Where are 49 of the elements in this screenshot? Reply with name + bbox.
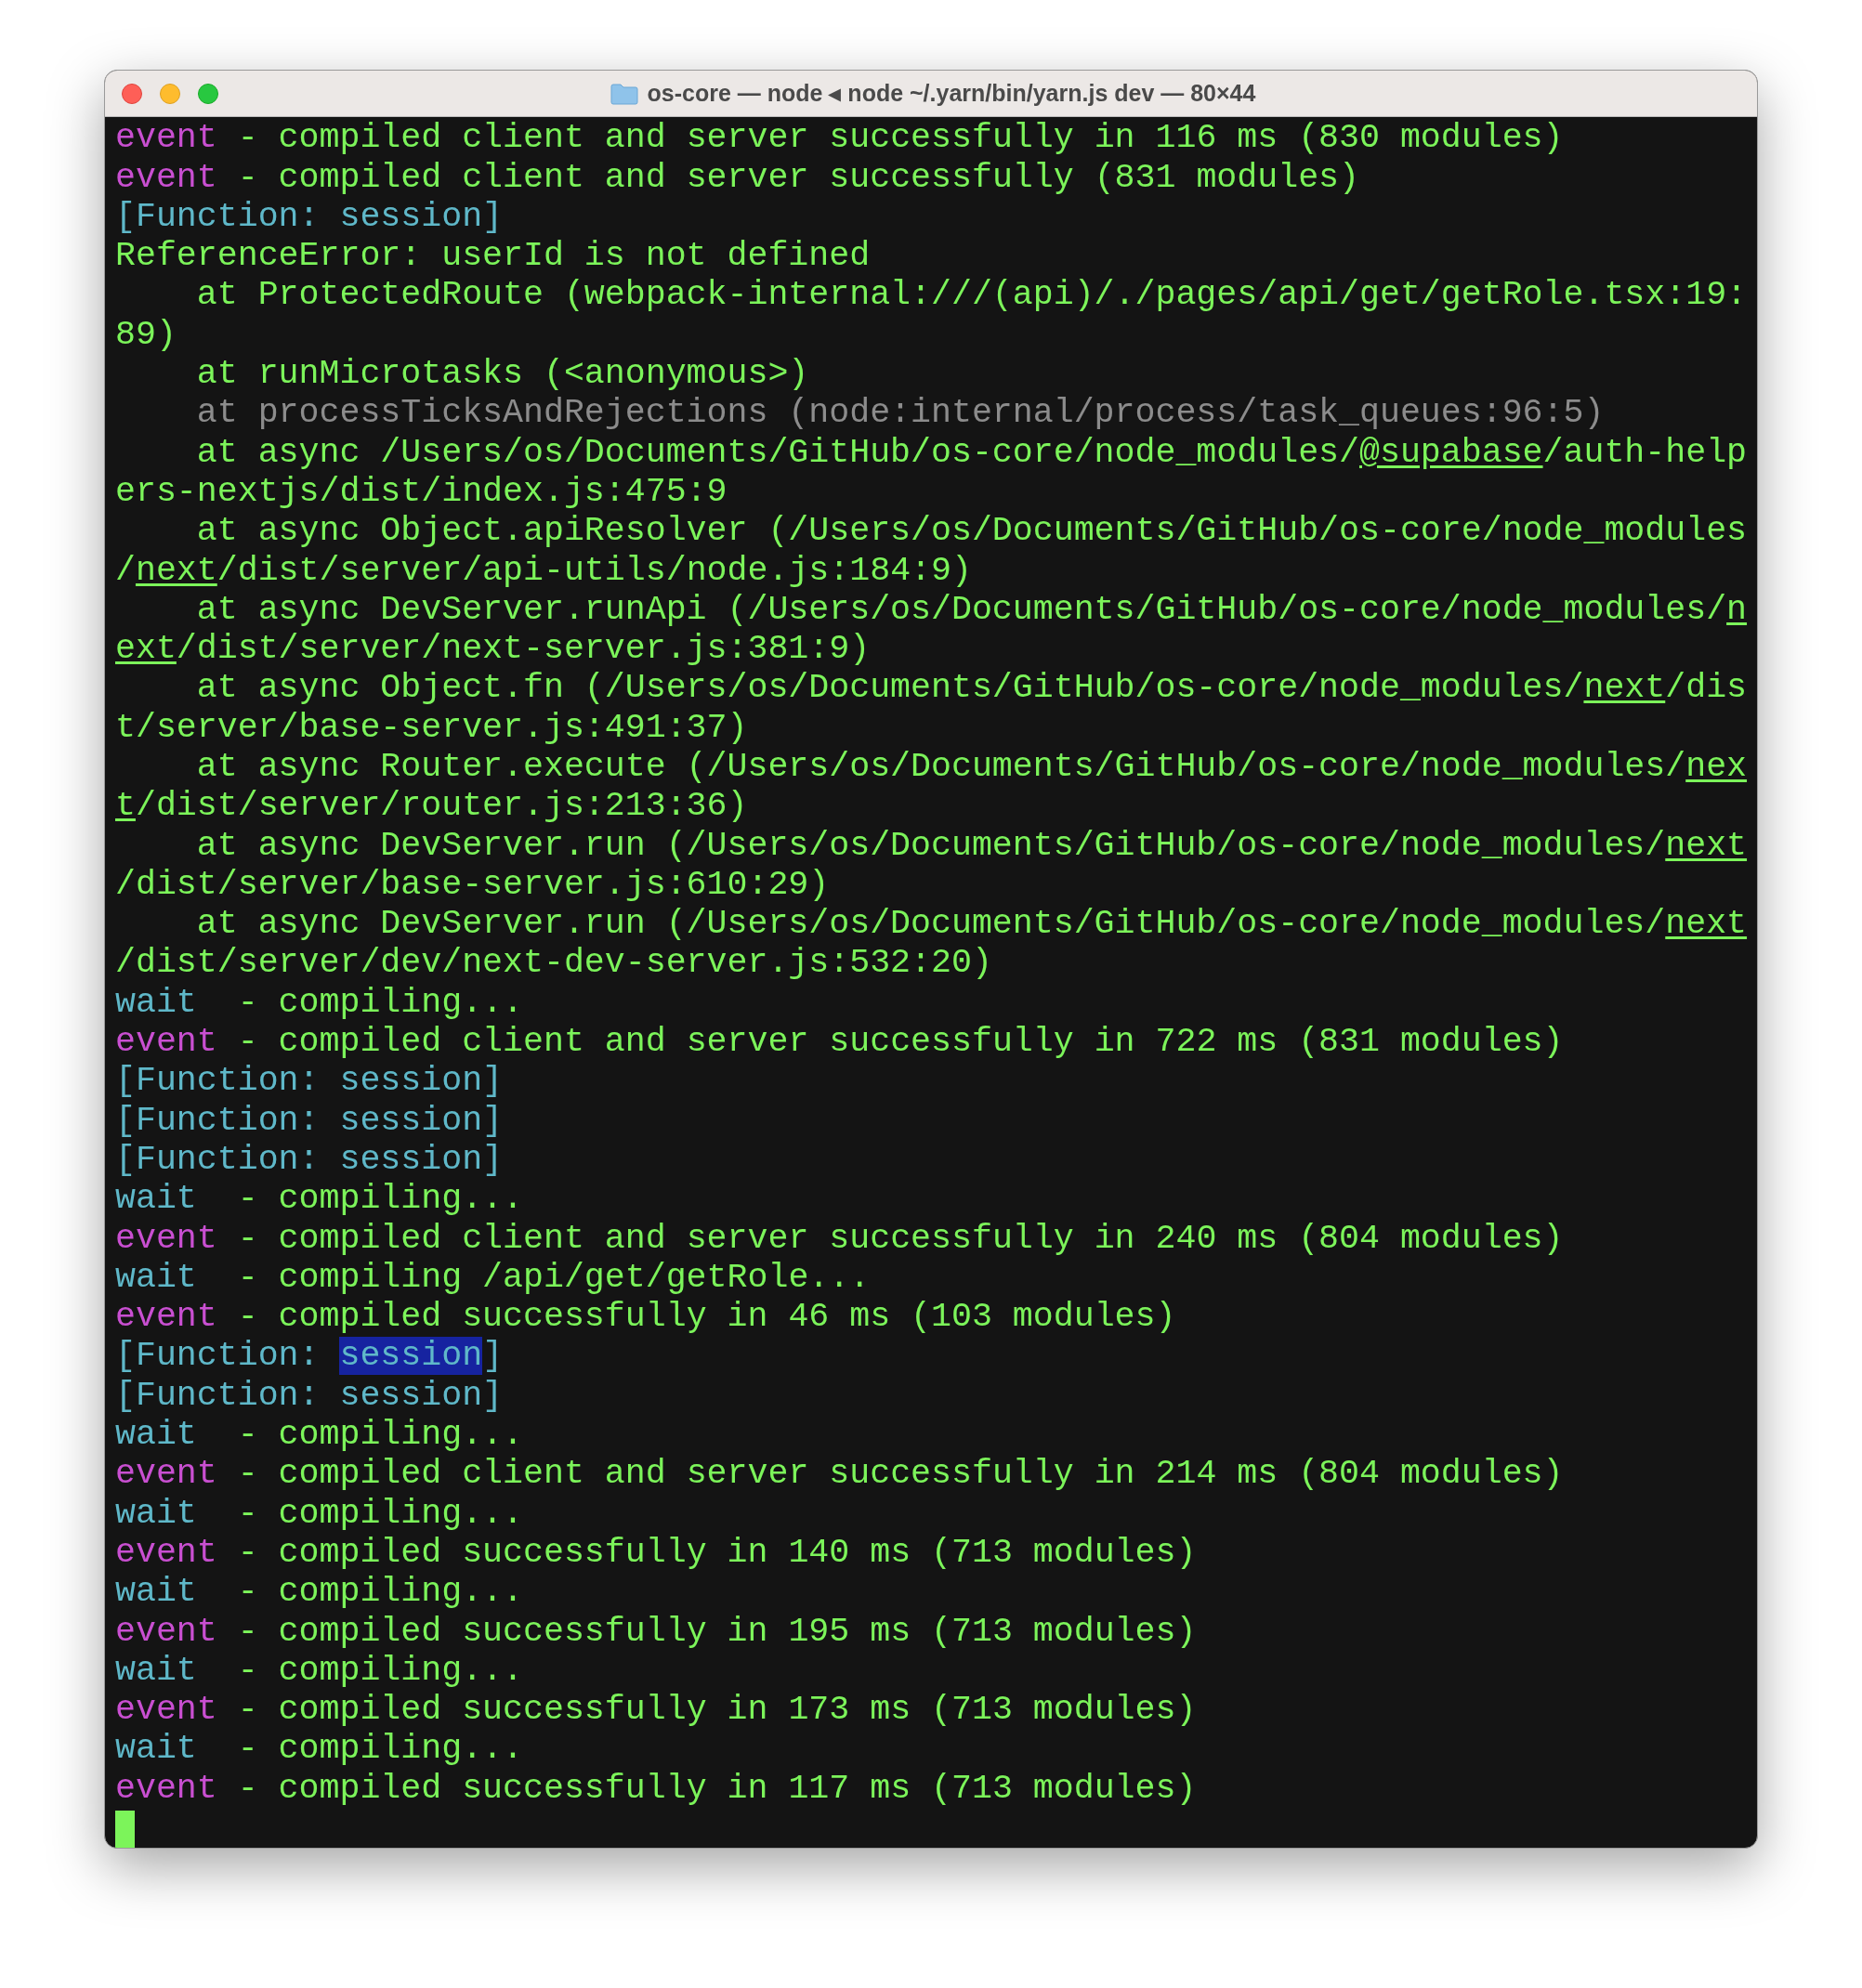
terminal-line: at async Object.apiResolver (/Users/os/Documents/GitHub/os-core/node_modules <box>195 512 1748 552</box>
terminal-line: event - compiled client and server successfully in 116 ms (830 modules) <box>115 119 1564 159</box>
terminal-line: 89) <box>115 315 177 355</box>
terminal-line: wait - compiling... <box>115 1416 524 1456</box>
terminal-line: wait - compiling... <box>115 983 524 1024</box>
terminal-line: at async DevServer.run (/Users/os/Documents/GitHub/os-core/node_modules/next <box>195 826 1748 866</box>
terminal-line: ext/dist/server/next-server.js:381:9) <box>115 630 871 670</box>
terminal-line: [Function: session] <box>115 1062 504 1102</box>
terminal-line: ReferenceError: userId is not defined <box>115 237 871 277</box>
terminal-line: [Function: session] <box>115 1140 504 1181</box>
folder-icon <box>610 82 638 105</box>
terminal-line: at async Router.execute (/Users/os/Documents/GitHub/os-core/node_modules/nex <box>195 748 1748 788</box>
terminal-line: wait - compiling... <box>115 1730 524 1770</box>
terminal-line: event - compiled client and server successfully in 240 ms (804 modules) <box>115 1219 1564 1259</box>
terminal-line: at runMicrotasks (<anonymous>) <box>195 355 809 395</box>
terminal-line: event - compiled successfully in 140 ms (713 modules) <box>115 1533 1197 1574</box>
terminal-line: wait - compiling... <box>115 1651 524 1692</box>
terminal-line: at processTicksAndRejections (node:internal/process/task_queues:96:5) <box>195 394 1605 434</box>
terminal-line: event - compiled client and server successfully in 722 ms (831 modules) <box>115 1023 1564 1063</box>
terminal-line: /next/dist/server/api-utils/node.js:184:9) <box>115 551 972 591</box>
terminal-line: event - compiled successfully in 195 ms (713 modules) <box>115 1612 1197 1652</box>
terminal-line: event - compiled successfully in 117 ms (713 modules) <box>115 1769 1197 1809</box>
terminal-line: at async /Users/os/Documents/GitHub/os-core/node_modules/@supabase/auth-help <box>195 433 1748 473</box>
terminal-line: wait - compiling... <box>115 1180 524 1220</box>
terminal-line: at async Object.fn (/Users/os/Documents/GitHub/os-core/node_modules/next/dis <box>195 669 1748 709</box>
terminal-line: [Function: session] <box>115 1101 504 1141</box>
terminal-line: at async DevServer.runApi (/Users/os/Documents/GitHub/os-core/node_modules/n <box>195 590 1748 631</box>
close-button[interactable] <box>122 83 142 104</box>
terminal-line: event - compiled client and server successfully in 214 ms (804 modules) <box>115 1455 1564 1495</box>
terminal-line: /dist/server/base-server.js:610:29) <box>115 865 830 906</box>
terminal-line: t/server/base-server.js:491:37) <box>115 708 748 748</box>
terminal-line: wait - compiling /api/get/getRole... <box>115 1258 871 1299</box>
terminal-line: t/dist/server/router.js:213:36) <box>115 787 748 827</box>
terminal-line: at async DevServer.run (/Users/os/Documents/GitHub/os-core/node_modules/next <box>195 905 1748 945</box>
zoom-button[interactable] <box>198 83 218 104</box>
terminal-line: event - compiled successfully in 173 ms (713 modules) <box>115 1691 1197 1731</box>
cursor-icon <box>115 1811 135 1848</box>
terminal-line: at ProtectedRoute (webpack-internal:///(api)/./pages/api/get/getRole.tsx:19: <box>195 276 1748 316</box>
terminal-line: wait - compiling... <box>115 1573 524 1613</box>
terminal-line: ers-nextjs/dist/index.js:475:9 <box>115 472 728 513</box>
terminal-line: [Function: session] <box>115 1376 504 1417</box>
terminal-line: event - compiled successfully in 46 ms (103 modules) <box>115 1298 1176 1338</box>
terminal-line: [Function: session] <box>115 1337 504 1377</box>
terminal-line: /dist/server/dev/next-dev-server.js:532:20) <box>115 944 992 984</box>
terminal-line: event - compiled client and server successfully (831 modules) <box>115 158 1359 198</box>
minimize-button[interactable] <box>160 83 180 104</box>
terminal-line: [Function: session] <box>115 197 504 238</box>
terminal-line: wait - compiling... <box>115 1494 524 1534</box>
window-title: os-core — node ◂ node ~/.yarn/bin/yarn.js dev — 80×44 <box>647 78 1256 108</box>
